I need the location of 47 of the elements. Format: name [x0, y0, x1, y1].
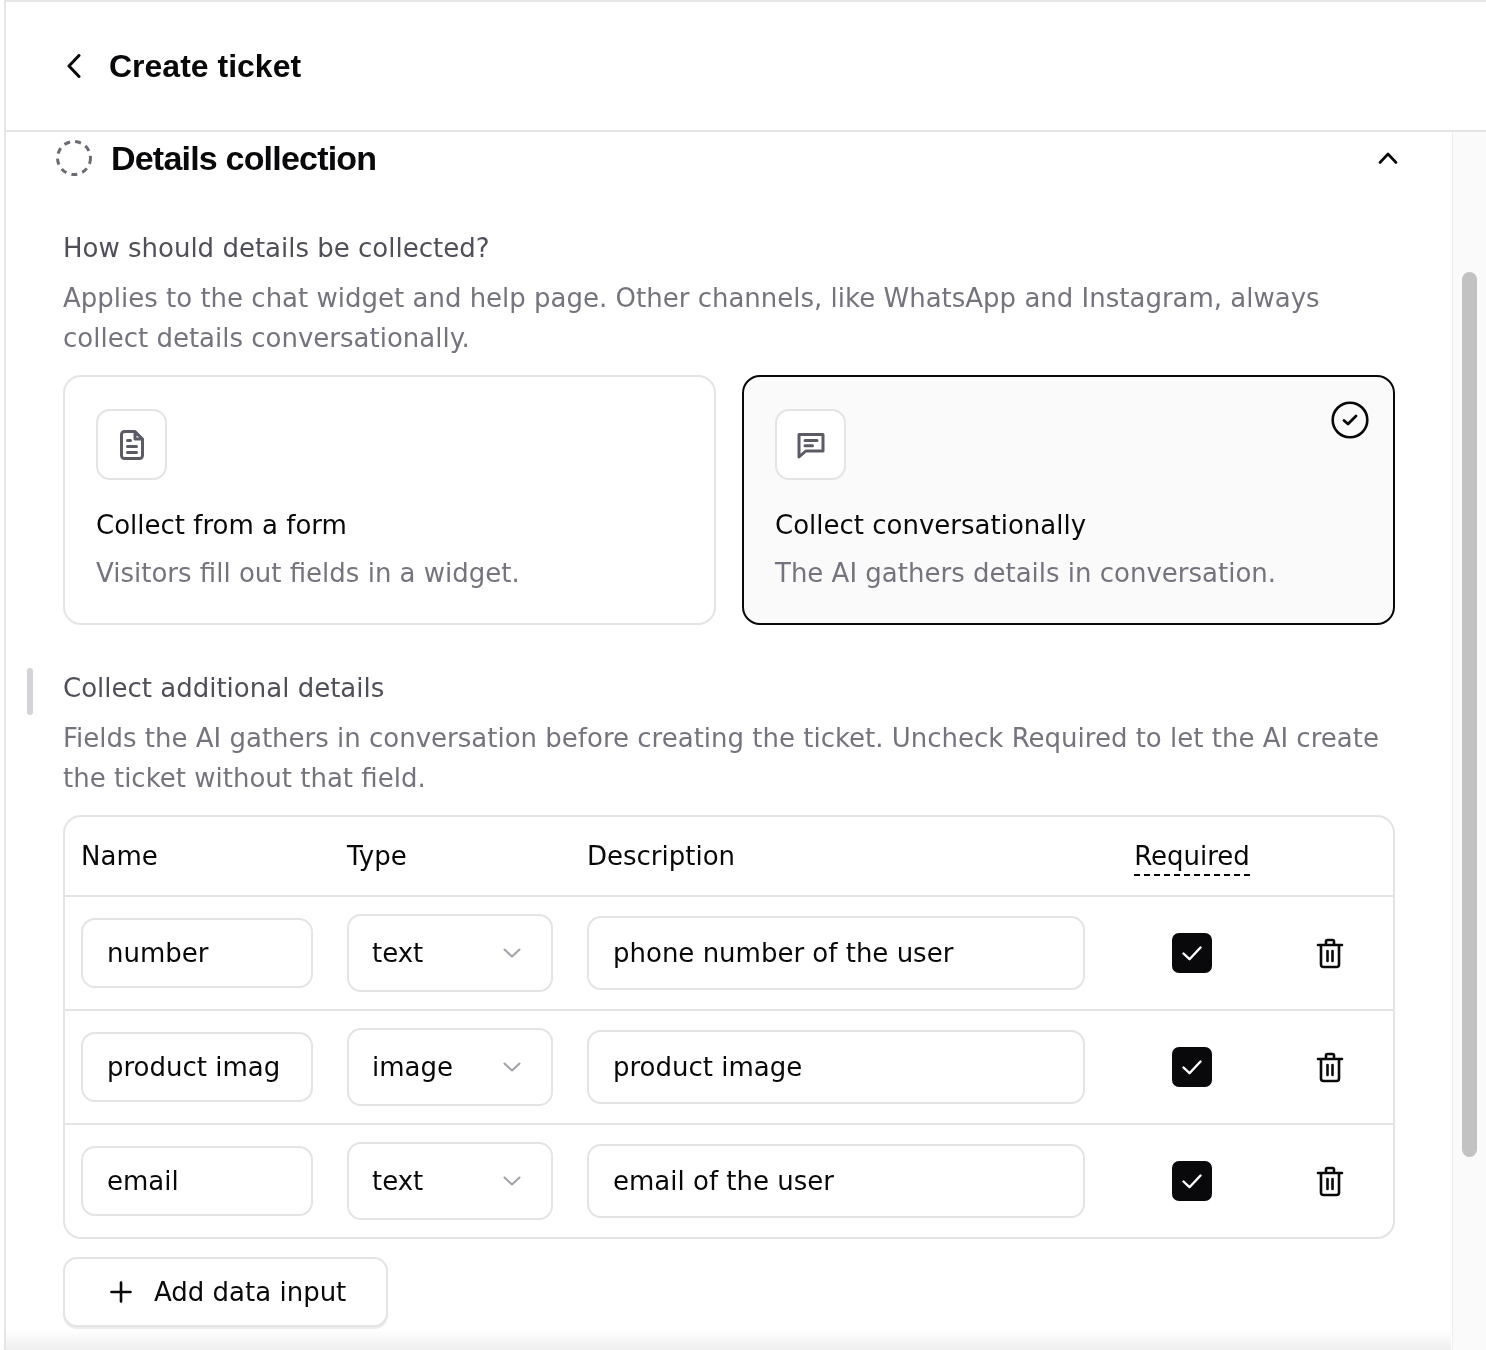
- option-title: Collect conversationally: [775, 509, 1087, 542]
- column-header: Description: [587, 841, 736, 871]
- column-header: Name: [81, 841, 158, 871]
- required-checkbox[interactable]: [1172, 1047, 1212, 1087]
- column-header: Type: [347, 841, 407, 871]
- trash-icon[interactable]: [1315, 937, 1344, 969]
- name-input[interactable]: email: [81, 1146, 313, 1216]
- required-checkbox[interactable]: [1172, 933, 1212, 973]
- caret-icon: [503, 1176, 521, 1186]
- trash-icon[interactable]: [1315, 1051, 1344, 1083]
- chevron-left-icon[interactable]: [67, 54, 81, 78]
- section-description: Fields the AI gathers in conversation before creating the ticket. Uncheck Required to let the AI create the ticket without that field.: [63, 722, 1380, 795]
- required-checkbox[interactable]: [1172, 1161, 1212, 1201]
- dashed-circle-icon: [56, 140, 92, 176]
- page-title: Create ticket: [109, 47, 302, 86]
- option-subtitle: Visitors fill out fields in a widget.: [96, 557, 520, 590]
- type-select[interactable]: image: [347, 1028, 553, 1106]
- caret-icon: [503, 948, 521, 958]
- scrollbar-thumb[interactable]: [1462, 272, 1477, 1157]
- plus-icon: [110, 1281, 132, 1303]
- section-title: Details collection: [111, 138, 377, 179]
- checkmark-icon: [1182, 1173, 1202, 1189]
- description-input[interactable]: phone number of the user: [587, 916, 1085, 990]
- column-header: Required: [1134, 841, 1250, 876]
- name-input[interactable]: product imag: [81, 1032, 313, 1102]
- option-card[interactable]: Collect from a form Visitors fill out fields in a widget.: [63, 375, 716, 625]
- name-input[interactable]: number: [81, 918, 313, 988]
- description-input[interactable]: email of the user: [587, 1144, 1085, 1218]
- checkmark-icon: [1182, 945, 1202, 961]
- option-title: Collect from a form: [96, 509, 347, 542]
- option-card[interactable]: Collect conversationally The AI gathers details in conversation.: [742, 375, 1395, 625]
- description-input[interactable]: product image: [587, 1030, 1085, 1104]
- section-subtitle: Collect additional details: [63, 672, 386, 705]
- checkmark-icon: [1182, 1059, 1202, 1075]
- chat-bubble-icon: [775, 409, 846, 480]
- type-select[interactable]: text: [347, 914, 553, 992]
- caret-icon: [503, 1062, 521, 1072]
- type-select[interactable]: text: [347, 1142, 553, 1220]
- trash-icon[interactable]: [1315, 1165, 1344, 1197]
- chevron-up-icon[interactable]: [1378, 152, 1398, 164]
- question-description: Applies to the chat widget and help page. Other channels, like WhatsApp and Instagram, always collect details conversationally.: [63, 282, 1321, 355]
- add-data-input-button[interactable]: Add data input: [63, 1257, 389, 1327]
- option-subtitle: The AI gathers details in conversation.: [775, 557, 1277, 590]
- check-circle-icon: [1331, 401, 1369, 439]
- resize-handle[interactable]: [27, 668, 33, 715]
- question-label: How should details be collected?: [63, 232, 491, 265]
- document-icon: [96, 409, 167, 480]
